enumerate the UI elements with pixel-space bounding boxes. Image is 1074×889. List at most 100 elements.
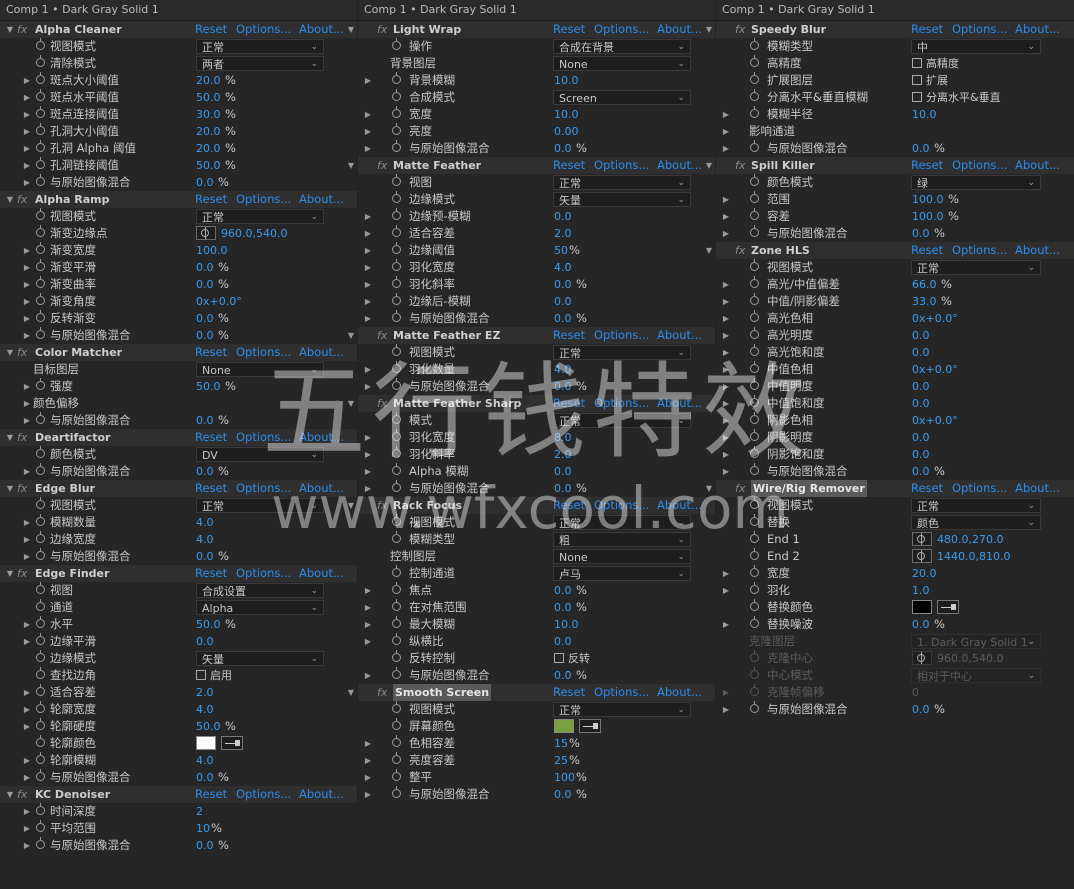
value-field[interactable]: 0.0	[196, 837, 214, 854]
value-field[interactable]: 0.0	[912, 378, 930, 395]
stopwatch-icon[interactable]	[36, 633, 45, 645]
expand-triangle-icon[interactable]: ▶	[721, 395, 731, 412]
stopwatch-icon[interactable]	[36, 412, 45, 424]
effect-header-edge-finder[interactable]: ▼ fx Edge Finder Reset Options... About...	[0, 565, 357, 582]
stopwatch-icon[interactable]	[36, 157, 45, 169]
stopwatch-icon[interactable]	[392, 735, 401, 747]
about-link[interactable]: About...	[1015, 157, 1060, 174]
expand-triangle-icon[interactable]: ▶	[721, 140, 731, 157]
value-field[interactable]: 0.0	[912, 395, 930, 412]
options-link[interactable]: Options...	[952, 157, 1007, 174]
expand-triangle-icon[interactable]: ▶	[22, 531, 32, 548]
stopwatch-icon[interactable]	[36, 820, 45, 832]
value-field[interactable]: 0x+0.0°	[912, 310, 958, 327]
stopwatch-icon[interactable]	[750, 191, 759, 203]
effect-header-kc-denoiser[interactable]: ▼ fx KC Denoiser Reset Options... About...	[0, 786, 357, 803]
about-link[interactable]: About...	[1015, 480, 1060, 497]
value-field[interactable]: 50.0	[196, 378, 221, 395]
reset-link[interactable]: Reset	[553, 21, 585, 38]
expand-triangle-icon[interactable]: ▶	[22, 327, 32, 344]
about-link[interactable]: About...	[657, 327, 702, 344]
value-field[interactable]: 0.0	[912, 463, 930, 480]
eyedropper-icon[interactable]	[937, 600, 959, 614]
effect-header-matte-feather[interactable]: ▼ fx Matte Feather Reset Options... About...	[348, 157, 715, 174]
expand-triangle-icon[interactable]: ▶	[721, 310, 731, 327]
stopwatch-icon[interactable]	[392, 123, 401, 135]
stopwatch-icon[interactable]	[750, 55, 759, 67]
dropdown-smooth-screen[interactable]: 正常 ⌄	[553, 702, 691, 717]
options-link[interactable]: Options...	[594, 327, 649, 344]
stopwatch-icon[interactable]	[750, 514, 759, 526]
about-link[interactable]: About...	[299, 429, 344, 446]
reset-link[interactable]: Reset	[911, 21, 943, 38]
expand-triangle-icon[interactable]: ▶	[721, 327, 731, 344]
stopwatch-icon[interactable]	[392, 191, 401, 203]
value-field[interactable]: 50.0	[196, 616, 221, 633]
stopwatch-icon[interactable]	[392, 769, 401, 781]
expand-triangle-icon[interactable]: ▶	[721, 293, 731, 310]
fx-icon[interactable]: fx	[377, 157, 387, 174]
reset-link[interactable]: Reset	[195, 21, 227, 38]
reset-link[interactable]: Reset	[911, 480, 943, 497]
stopwatch-icon[interactable]	[750, 463, 759, 475]
expand-triangle-icon[interactable]: ▶	[721, 106, 731, 123]
dropdown-color-matcher[interactable]: None ⌄	[196, 362, 324, 377]
dropdown-zone-hls[interactable]: 正常 ⌄	[911, 260, 1041, 275]
expand-triangle-icon[interactable]: ▶	[22, 106, 32, 123]
eyedropper-icon[interactable]	[579, 719, 601, 733]
expand-triangle-icon[interactable]: ▶	[363, 140, 373, 157]
value-field[interactable]: 0.0	[196, 463, 214, 480]
expand-triangle-icon[interactable]: ▶	[363, 599, 373, 616]
stopwatch-icon[interactable]	[750, 208, 759, 220]
value-field[interactable]: 0.0	[554, 208, 572, 225]
dropdown-edge-finder[interactable]: 矢量 ⌄	[196, 651, 324, 666]
dropdown-edge-finder[interactable]: 合成设置 ⌄	[196, 583, 324, 598]
about-link[interactable]: About...	[299, 565, 344, 582]
options-link[interactable]: Options...	[236, 344, 291, 361]
options-link[interactable]: Options...	[236, 786, 291, 803]
dropdown-edge-finder[interactable]: Alpha ⌄	[196, 600, 324, 615]
fx-icon[interactable]: fx	[377, 395, 387, 412]
stopwatch-icon[interactable]	[36, 293, 45, 305]
stopwatch-icon[interactable]	[750, 497, 759, 509]
dropdown-wire-rig-remover[interactable]: 颜色 ⌄	[911, 515, 1041, 530]
value-field[interactable]: 50.0	[196, 718, 221, 735]
stopwatch-icon[interactable]	[36, 803, 45, 815]
stopwatch-icon[interactable]	[36, 837, 45, 849]
stopwatch-icon[interactable]	[36, 55, 45, 67]
expand-triangle-icon[interactable]: ▶	[22, 548, 32, 565]
dropdown-spill-killer[interactable]: 绿 ⌄	[911, 175, 1041, 190]
stopwatch-icon[interactable]	[392, 276, 401, 288]
about-link[interactable]: About...	[299, 786, 344, 803]
expand-triangle-icon[interactable]: ▶	[22, 89, 32, 106]
options-link[interactable]: Options...	[594, 395, 649, 412]
stopwatch-icon[interactable]	[36, 582, 45, 594]
reset-link[interactable]: Reset	[553, 395, 585, 412]
fx-icon[interactable]: fx	[17, 191, 27, 208]
value-field[interactable]: 0.0	[196, 276, 214, 293]
stopwatch-icon[interactable]	[392, 208, 401, 220]
expand-triangle-icon[interactable]: ▶	[363, 378, 373, 395]
value-field[interactable]: 0.0	[554, 140, 572, 157]
reset-link[interactable]: Reset	[553, 684, 585, 701]
expand-triangle-icon[interactable]: ▶	[721, 565, 731, 582]
value-field[interactable]: 0.0	[554, 463, 572, 480]
expand-triangle-icon[interactable]: ▶	[22, 803, 32, 820]
options-link[interactable]: Options...	[594, 684, 649, 701]
stopwatch-icon[interactable]	[750, 361, 759, 373]
expand-triangle-icon[interactable]: ▶	[721, 276, 731, 293]
stopwatch-icon[interactable]	[392, 786, 401, 798]
expand-triangle-icon[interactable]: ▶	[22, 140, 32, 157]
stopwatch-icon[interactable]	[392, 718, 401, 730]
expand-triangle-icon[interactable]: ▶	[22, 701, 32, 718]
value-field[interactable]: 0.0	[554, 667, 572, 684]
expand-triangle-icon[interactable]: ▶	[363, 616, 373, 633]
expand-triangle-icon[interactable]: ▶	[22, 616, 32, 633]
stopwatch-icon[interactable]	[36, 684, 45, 696]
checkbox[interactable]	[912, 75, 922, 85]
value-field[interactable]: 8.0	[554, 429, 572, 446]
expand-triangle-icon[interactable]: ▶	[721, 225, 731, 242]
options-link[interactable]: Options...	[952, 242, 1007, 259]
value-field[interactable]: 2.0	[554, 446, 572, 463]
stopwatch-icon[interactable]	[36, 616, 45, 628]
